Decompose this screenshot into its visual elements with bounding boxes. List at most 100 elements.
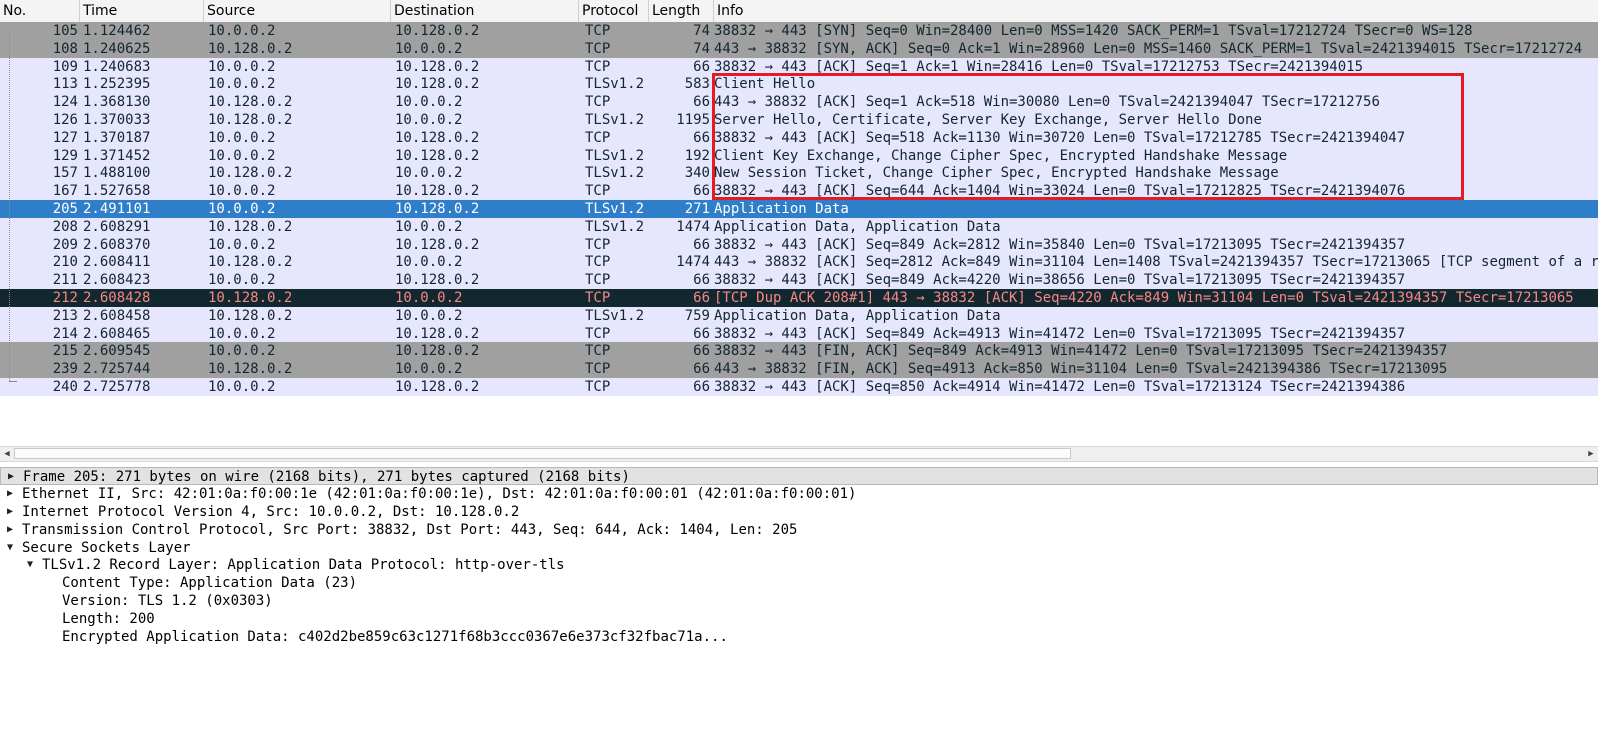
packet-source: 10.0.0.2: [208, 23, 276, 39]
scroll-right-icon[interactable]: ▶: [1584, 447, 1598, 461]
packet-destination: 10.128.0.2: [395, 183, 480, 200]
packet-row[interactable]: 212 2.608428 10.128.0.2 10.0.0.2 TCP 66 [TCP D…: [0, 288, 1598, 307]
packet-row[interactable]: 239 2.725744 10.128.0.2 10.0.0.2 TCP 66 443 → …: [0, 360, 1598, 378]
column-header-info[interactable]: Info: [714, 0, 1598, 22]
packet-row[interactable]: 209 2.608370 10.0.0.2 10.128.0.2 TCP 66 38832 …: [0, 235, 1598, 254]
packet-info: 38832 → 443 [FIN, ACK] Seq=849 Ack=4913 …: [714, 343, 1448, 360]
packet-time: 1.124462: [83, 23, 151, 39]
packet-source: 10.0.0.2: [208, 76, 276, 93]
packet-row[interactable]: 214 2.608465 10.0.0.2 10.128.0.2 TCP 66 38832 …: [0, 324, 1598, 343]
packet-protocol: TCP: [585, 40, 611, 57]
scroll-left-icon[interactable]: ◀: [0, 447, 14, 461]
detail-tree-item[interactable]: ▶ Internet Protocol Version 4, Src: 10.0.…: [0, 503, 1598, 521]
packet-source: 10.0.0.2: [208, 200, 276, 217]
packet-row[interactable]: 109 1.240683 10.0.0.2 10.128.0.2 TCP 66 38832 …: [0, 57, 1598, 76]
packet-protocol: TCP: [585, 94, 611, 111]
packet-row[interactable]: 210 2.608411 10.128.0.2 10.0.0.2 TCP 1474 443 …: [0, 253, 1598, 272]
packet-row[interactable]: 211 2.608423 10.0.0.2 10.128.0.2 TCP 66 38832 …: [0, 271, 1598, 289]
detail-tree-item[interactable]: ▶ Transmission Control Protocol, Src Port…: [0, 521, 1598, 539]
packet-destination: 10.0.0.2: [395, 218, 463, 235]
packet-row[interactable]: 157 1.488100 10.128.0.2 10.0.0.2 TLSv1.2 340 N…: [0, 164, 1598, 183]
column-header-time[interactable]: Time: [80, 0, 204, 22]
packet-info: 38832 → 443 [ACK] Seq=849 Ack=4913 Win=4…: [714, 325, 1406, 342]
packet-destination: 10.0.0.2: [395, 94, 463, 111]
packet-source: 10.0.0.2: [208, 236, 276, 253]
detail-tree-item[interactable]: Content Type: Application Data (23): [0, 574, 1598, 592]
detail-tree-item[interactable]: ▶ Frame 205: 271 bytes on wire (2168 bits…: [0, 467, 1598, 485]
packet-length: 74: [693, 40, 710, 57]
packet-no: 213: [52, 307, 78, 324]
packet-destination: 10.0.0.2: [395, 307, 463, 324]
collapsed-arrow-icon[interactable]: ▶: [5, 468, 17, 486]
packet-destination: 10.0.0.2: [395, 361, 463, 378]
expanded-arrow-icon[interactable]: ▼: [4, 539, 16, 557]
packet-row[interactable]: 126 1.370033 10.128.0.2 10.0.0.2 TLSv1.2 1195…: [0, 110, 1598, 129]
packet-row[interactable]: 205 2.491101 10.0.0.2 10.128.0.2 TLSv1.2 271 A…: [0, 199, 1598, 218]
packet-info: 38832 → 443 [SYN] Seq=0 Win=28400 Len=0 …: [714, 23, 1473, 39]
packet-length: 583: [684, 76, 710, 93]
collapsed-arrow-icon[interactable]: ▶: [4, 521, 16, 539]
packet-protocol: TCP: [585, 23, 611, 39]
scrollbar-thumb[interactable]: [14, 448, 1071, 459]
packet-protocol: TLSv1.2: [585, 307, 645, 324]
collapsed-arrow-icon[interactable]: ▶: [4, 485, 16, 503]
packet-row[interactable]: 167 1.527658 10.0.0.2 10.128.0.2 TCP 66 38832 …: [0, 182, 1598, 200]
packet-length: 271: [684, 200, 710, 217]
packet-protocol: TCP: [585, 361, 611, 378]
packet-row[interactable]: 240 2.725778 10.0.0.2 10.128.0.2 TCP 66 38832 …: [0, 377, 1598, 396]
packet-length: 66: [693, 58, 710, 75]
packet-row[interactable]: 113 1.252395 10.0.0.2 10.128.0.2 TLSv1.2 583 C…: [0, 75, 1598, 94]
conversation-bracket: [9, 31, 11, 381]
detail-tree-label: TLSv1.2 Record Layer: Application Data P…: [42, 557, 565, 574]
detail-tree-label: Encrypted Application Data: c402d2be859c…: [62, 629, 728, 646]
packet-protocol: TLSv1.2: [585, 76, 645, 93]
packet-row[interactable]: 127 1.370187 10.0.0.2 10.128.0.2 TCP 66 38832 …: [0, 128, 1598, 147]
packet-protocol: TCP: [585, 272, 611, 289]
detail-tree-label: Transmission Control Protocol, Src Port:…: [22, 521, 798, 538]
packet-row[interactable]: 208 2.608291 10.128.0.2 10.0.0.2 TLSv1.2 1474…: [0, 217, 1598, 236]
packet-info: 38832 → 443 [ACK] Seq=850 Ack=4914 Win=4…: [714, 378, 1406, 395]
packet-source: 10.0.0.2: [208, 58, 276, 75]
packet-destination: 10.0.0.2: [395, 111, 463, 128]
packet-row[interactable]: 124 1.368130 10.128.0.2 10.0.0.2 TCP 66 443 → …: [0, 93, 1598, 111]
packet-length: 759: [684, 307, 710, 324]
packet-source: 10.128.0.2: [208, 218, 293, 235]
detail-tree-item[interactable]: ▼ TLSv1.2 Record Layer: Application Data …: [0, 556, 1598, 574]
packet-row[interactable]: 129 1.371452 10.0.0.2 10.128.0.2 TLSv1.2 192 C…: [0, 146, 1598, 165]
detail-tree-item[interactable]: Version: TLS 1.2 (0x0303): [0, 592, 1598, 610]
column-header-length[interactable]: Length: [649, 0, 714, 22]
packet-protocol: TCP: [585, 289, 611, 306]
detail-tree-item[interactable]: ▶ Ethernet II, Src: 42:01:0a:f0:00:1e (42…: [0, 485, 1598, 503]
packet-length: 66: [693, 183, 710, 200]
packet-row[interactable]: 215 2.609545 10.0.0.2 10.128.0.2 TCP 66 38832 …: [0, 342, 1598, 361]
packet-info: 443 → 38832 [ACK] Seq=2812 Ack=849 Win=3…: [714, 254, 1598, 271]
horizontal-scrollbar[interactable]: ◀ ▶: [0, 446, 1598, 462]
column-header-destination[interactable]: Destination: [391, 0, 579, 22]
packet-row[interactable]: 108 1.240625 10.128.0.2 10.0.0.2 TCP 74 443 → …: [0, 39, 1598, 58]
column-header-source[interactable]: Source: [204, 0, 391, 22]
detail-tree-label: Length: 200: [62, 611, 155, 628]
detail-tree-item[interactable]: ▼ Secure Sockets Layer: [0, 539, 1598, 557]
collapsed-arrow-icon[interactable]: ▶: [4, 503, 16, 521]
packet-info: Server Hello, Certificate, Server Key Ex…: [714, 111, 1262, 128]
expanded-arrow-icon[interactable]: ▼: [24, 556, 36, 574]
packet-length: 74: [693, 23, 710, 39]
packet-length: 66: [693, 325, 710, 342]
detail-tree-item[interactable]: Encrypted Application Data: c402d2be859c…: [0, 628, 1598, 646]
detail-tree-item[interactable]: Length: 200: [0, 610, 1598, 628]
column-header-protocol[interactable]: Protocol: [579, 0, 649, 22]
packet-row[interactable]: 213 2.608458 10.128.0.2 10.0.0.2 TLSv1.2 759 A…: [0, 306, 1598, 325]
packet-no: 124: [52, 94, 78, 111]
packet-row[interactable]: 105 1.124462 10.0.0.2 10.128.0.2 TCP 74 38832 …: [0, 22, 1598, 40]
packet-info: 38832 → 443 [ACK] Seq=849 Ack=2812 Win=3…: [714, 236, 1406, 253]
packet-no: 209: [52, 236, 78, 253]
packet-no: 211: [52, 272, 78, 289]
packet-time: 1.370187: [83, 129, 151, 146]
packet-source: 10.128.0.2: [208, 254, 293, 271]
packet-protocol: TCP: [585, 236, 611, 253]
packet-no: 210: [52, 254, 78, 271]
column-header-no[interactable]: No.: [0, 0, 80, 22]
packet-time: 1.240683: [83, 58, 151, 75]
packet-protocol: TLSv1.2: [585, 200, 645, 217]
packet-source: 10.128.0.2: [208, 361, 293, 378]
